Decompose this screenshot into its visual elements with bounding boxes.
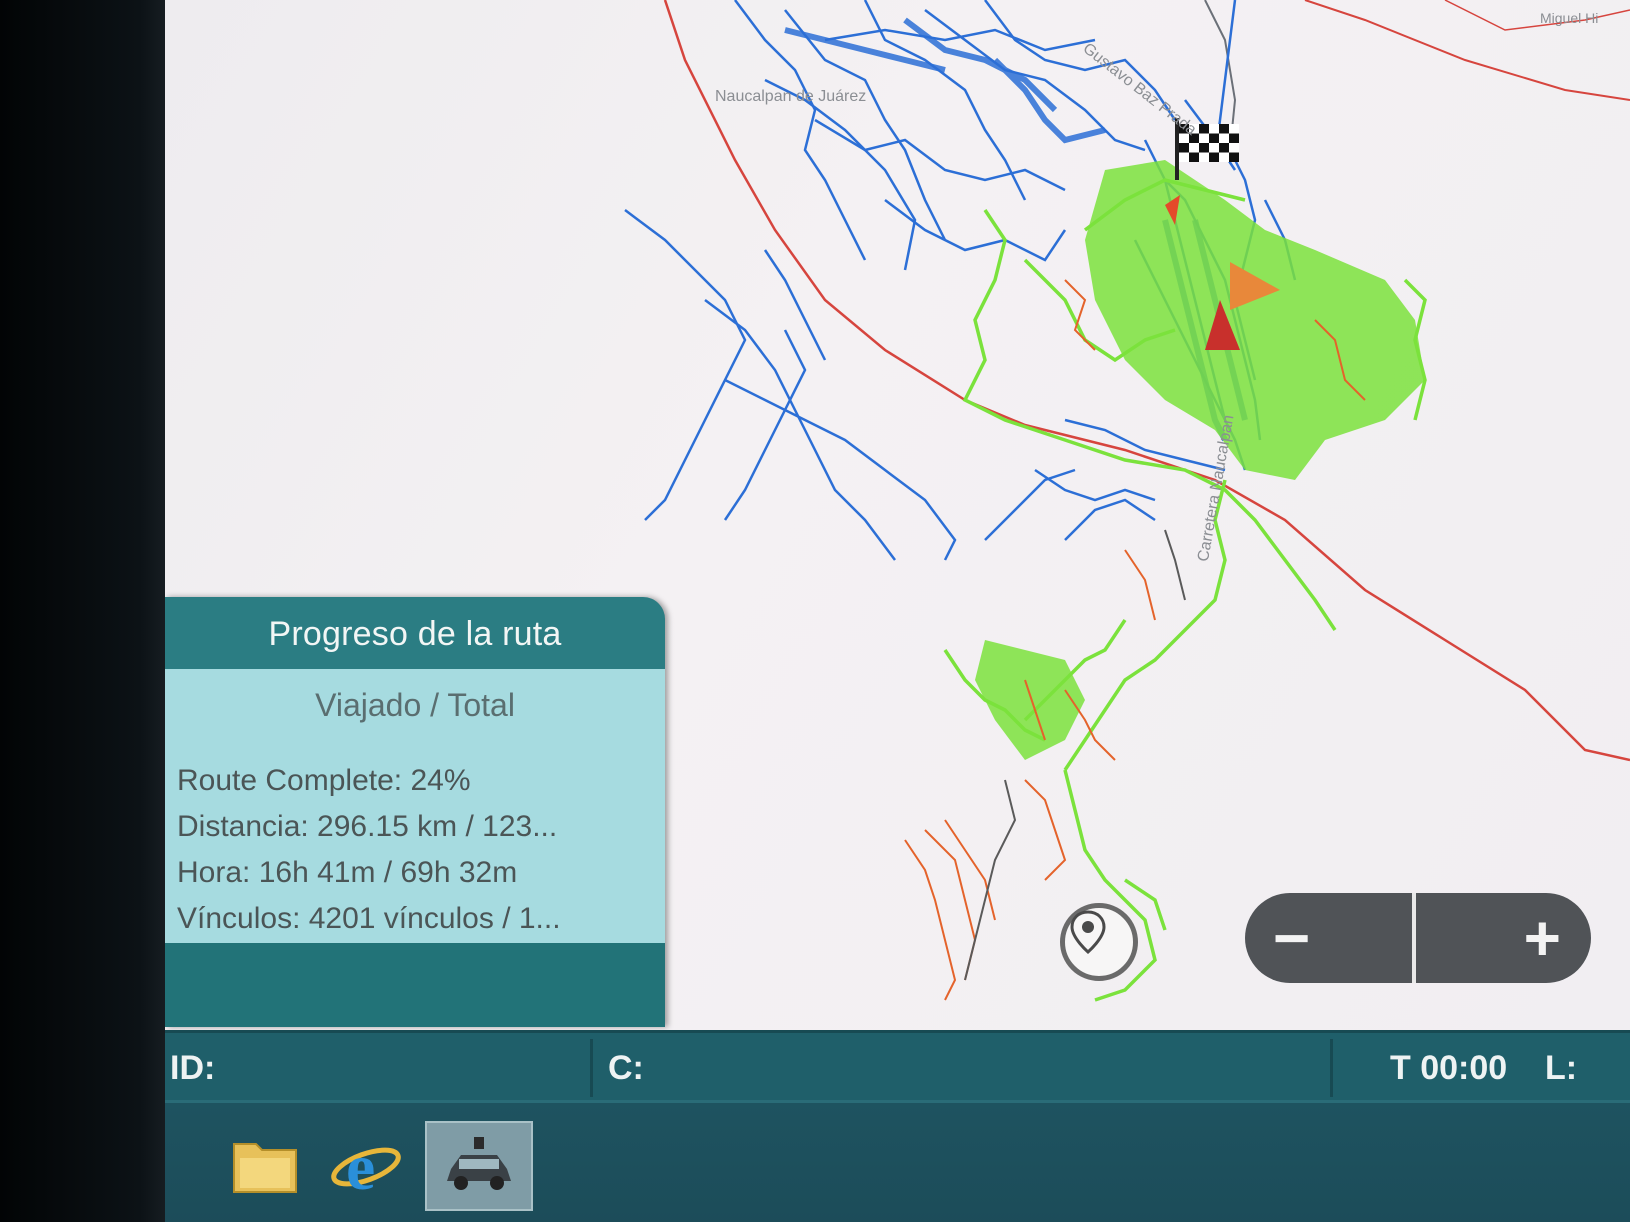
- highway-line-top2: [1444, 0, 1630, 31]
- route-panel-footer: [165, 943, 665, 1027]
- locate-pin-icon: [1070, 910, 1106, 954]
- taskbar: e: [165, 1100, 1630, 1222]
- route-links: Vínculos: 4201 vínculos / 1...: [177, 902, 561, 935]
- map-view[interactable]: Naucalpan de Juárez Gustavo Baz Prada Ca…: [165, 0, 1630, 1030]
- status-id: ID:: [170, 1049, 216, 1087]
- status-divider: [1330, 1039, 1333, 1097]
- monitor-bezel: [0, 0, 175, 1222]
- status-time: T 00:00: [1390, 1049, 1508, 1087]
- map-label-city: Naucalpan de Juárez: [715, 88, 867, 105]
- internet-explorer-icon[interactable]: e: [323, 1125, 409, 1207]
- zoom-control: − +: [1245, 893, 1591, 983]
- route-panel-subtitle: Viajado / Total: [315, 687, 515, 723]
- zoom-out-button[interactable]: −: [1245, 893, 1416, 983]
- vehicle-app-icon[interactable]: [425, 1121, 533, 1211]
- status-divider: [590, 1039, 593, 1097]
- route-panel-title: Progreso de la ruta: [268, 615, 562, 653]
- map-label-corner: Miguel Hi: [1540, 10, 1599, 26]
- route-panel-body: Viajado / Total Route Complete: 24% Dist…: [165, 669, 665, 943]
- route-distance: Distancia: 296.15 km / 123...: [177, 810, 558, 843]
- status-l: L:: [1545, 1049, 1578, 1087]
- folder-icon[interactable]: [222, 1125, 308, 1207]
- route-stats: Route Complete: 24% Distancia: 296.15 km…: [165, 758, 665, 942]
- svg-text:e: e: [346, 1131, 375, 1201]
- screen: Naucalpan de Juárez Gustavo Baz Prada Ca…: [165, 0, 1630, 1222]
- route-progress-panel: Progreso de la ruta Viajado / Total Rout…: [165, 597, 665, 1027]
- green-area: [975, 160, 1425, 760]
- zoom-in-button[interactable]: +: [1416, 893, 1591, 983]
- status-c: C:: [608, 1049, 644, 1087]
- status-bar: ID: C: T 00:00 L:: [165, 1030, 1630, 1103]
- route-time: Hora: 16h 41m / 69h 32m: [177, 856, 518, 889]
- locate-button[interactable]: [1060, 903, 1138, 981]
- route-complete: Route Complete: 24%: [177, 764, 471, 797]
